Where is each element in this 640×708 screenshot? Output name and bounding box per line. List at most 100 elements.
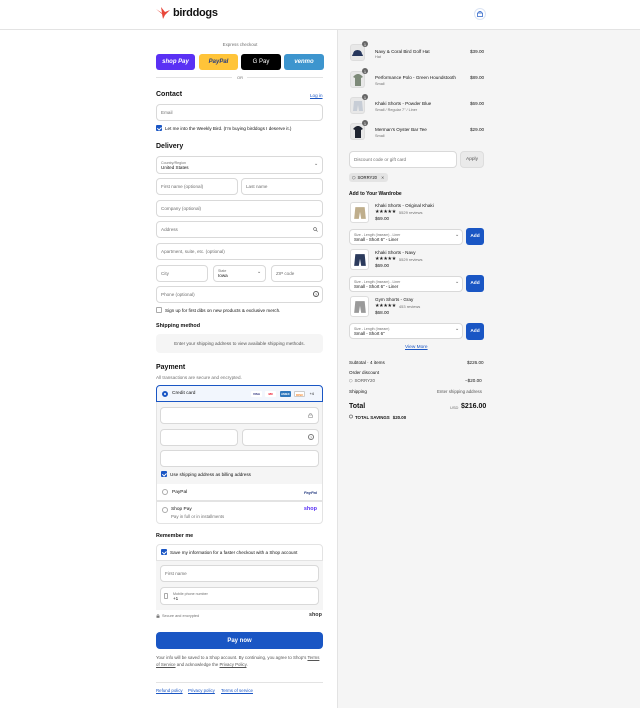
view-more-link[interactable]: View More bbox=[405, 345, 428, 350]
venmo-button[interactable]: venmo bbox=[284, 54, 324, 70]
add-button[interactable]: Add bbox=[466, 323, 484, 340]
sms-signup-label: Sign up for first dibs on new products &… bbox=[165, 307, 281, 313]
tag-icon: ⬡ bbox=[352, 175, 356, 180]
apply-button[interactable]: Apply bbox=[460, 151, 484, 168]
first-name-field[interactable]: First name (optional) bbox=[156, 178, 238, 195]
newsletter-label: Let me into the Weekly Bird. (I'm buying… bbox=[165, 125, 292, 131]
legal-end: . bbox=[246, 661, 248, 667]
variant-select-value: Small - Short 6" bbox=[354, 330, 385, 336]
subtotal-value: $226.00 bbox=[467, 360, 484, 365]
radio-selected-icon bbox=[162, 390, 168, 397]
total-savings: ⬡ TOTAL SAVINGS $20.00 bbox=[349, 414, 406, 420]
phone-field[interactable]: Phone (optional) bbox=[156, 286, 323, 303]
express-checkout-label: Express checkout bbox=[222, 42, 258, 47]
rating: ★★★★★ 5529 reviews bbox=[375, 209, 423, 215]
shipping-method-placeholder: Enter your shipping address to view avai… bbox=[156, 334, 323, 353]
zip-field[interactable]: ZIP code bbox=[271, 265, 323, 282]
discount-tag: ⬡ SORRY20 ✕ bbox=[349, 173, 388, 182]
star-rating-icon: ★★★★★ bbox=[375, 209, 396, 215]
lock-icon bbox=[308, 413, 313, 418]
save-info-checkbox[interactable]: Save my information for a faster checkou… bbox=[161, 549, 297, 555]
shop-logo: shop bbox=[303, 506, 317, 512]
cart-item-price: $39.00 bbox=[470, 49, 485, 54]
chevron-down-icon: ⌄ bbox=[257, 269, 262, 275]
quantity-badge: 1 bbox=[362, 41, 368, 47]
variant-select[interactable]: Size - Length (Inseam) Small - Short 6" bbox=[349, 323, 463, 339]
sms-signup-checkbox[interactable]: Sign up for first dibs on new products &… bbox=[156, 307, 280, 313]
card-number-field[interactable] bbox=[160, 407, 319, 424]
google-pay-button[interactable]: G Pay bbox=[241, 54, 281, 70]
variant-select-value: Small - Short 6" - Liner bbox=[354, 283, 399, 289]
radio-unselected-icon bbox=[162, 507, 168, 513]
currency-code: USD bbox=[450, 405, 459, 410]
variant-select-value: Small - Short 6" - Liner bbox=[354, 236, 399, 242]
terms-of-service-footer-link[interactable]: Terms of service bbox=[221, 688, 253, 693]
logo[interactable]: birddogs bbox=[156, 7, 218, 19]
radio-unselected-icon bbox=[162, 489, 168, 495]
rating: ★★★★★ 453 reviews bbox=[375, 303, 420, 309]
credit-card-label: Credit card bbox=[172, 391, 196, 396]
paypal-option[interactable]: PayPal PayPal bbox=[156, 484, 323, 501]
email-field[interactable]: Email bbox=[156, 104, 323, 121]
remember-first-name-field[interactable]: First name bbox=[160, 565, 319, 582]
checkbox-empty-icon bbox=[156, 307, 162, 313]
privacy-policy-footer-link[interactable]: Privacy policy bbox=[188, 688, 215, 693]
refund-policy-link[interactable]: Refund policy bbox=[156, 688, 183, 693]
shipping-method-title: Shipping method bbox=[156, 323, 201, 329]
city-field[interactable]: City bbox=[156, 265, 208, 282]
cart-item-price: $29.00 bbox=[470, 127, 485, 132]
privacy-policy-link[interactable]: Privacy Policy bbox=[220, 662, 247, 667]
add-button[interactable]: Add bbox=[466, 228, 484, 245]
pay-now-button[interactable]: Pay now bbox=[156, 632, 323, 649]
total-label: Total bbox=[349, 403, 366, 410]
chevron-down-icon: ⌄ bbox=[455, 232, 460, 238]
discount-code-row: ⬡ SORRY20 bbox=[349, 378, 375, 383]
wardrobe-product-price: $68.00 bbox=[375, 310, 390, 315]
newsletter-checkbox[interactable]: Let me into the Weekly Bird. (I'm buying… bbox=[156, 125, 291, 131]
billing-same-checkbox[interactable]: Use shipping address as billing address bbox=[161, 471, 251, 477]
help-icon[interactable]: ? bbox=[308, 434, 314, 440]
variant-select[interactable]: Size - Length (Inseam) - Liner Small - S… bbox=[349, 229, 463, 245]
address-field[interactable]: Address bbox=[156, 221, 323, 238]
discount-code-field[interactable]: Discount code or gift card bbox=[349, 151, 457, 168]
checkbox-checked-icon bbox=[161, 471, 167, 477]
lock-icon bbox=[156, 614, 160, 618]
state-value: Iowa bbox=[218, 273, 228, 278]
amex-icon: AMEX bbox=[279, 391, 291, 397]
total-savings-value: $20.00 bbox=[392, 414, 407, 420]
country-select[interactable]: Country/Region United States bbox=[156, 156, 323, 174]
shipping-label: Shipping bbox=[349, 389, 367, 394]
or-divider: OR bbox=[237, 75, 243, 80]
expiry-field[interactable] bbox=[160, 429, 238, 446]
credit-card-option[interactable]: Credit card VISA MC AMEX DISC +4 bbox=[156, 385, 323, 402]
order-discount-label: Order discount bbox=[349, 370, 380, 375]
company-field[interactable]: Company (optional) bbox=[156, 200, 323, 217]
discover-icon: DISC bbox=[294, 391, 306, 397]
shop-pay-label: Shop Pay bbox=[171, 507, 192, 512]
variant-select[interactable]: Size - Length (Inseam) - Liner Small - S… bbox=[349, 276, 463, 292]
cart-button[interactable] bbox=[474, 8, 486, 20]
shorts-image bbox=[353, 253, 366, 266]
remove-discount-icon[interactable]: ✕ bbox=[381, 175, 385, 180]
login-link[interactable]: Log in bbox=[310, 93, 323, 98]
add-button[interactable]: Add bbox=[466, 275, 484, 292]
shipping-value: Enter shipping address bbox=[437, 389, 482, 394]
name-on-card-field[interactable] bbox=[160, 450, 319, 467]
help-icon[interactable]: ? bbox=[313, 291, 319, 297]
shopping-bag-icon bbox=[477, 11, 483, 17]
shop-pay-option[interactable]: Shop Pay Pay in full or in installments … bbox=[156, 501, 323, 524]
apartment-field[interactable]: Apartment, suite, etc. (optional) bbox=[156, 243, 323, 260]
more-cards-count: +4 bbox=[309, 392, 314, 397]
mobile-phone-field[interactable]: Mobile phone number +1 bbox=[160, 587, 319, 605]
visa-icon: VISA bbox=[251, 391, 262, 397]
wardrobe-product-price: $69.00 bbox=[375, 263, 390, 268]
cart-item-price: $89.00 bbox=[470, 75, 485, 80]
last-name-field[interactable]: Last name bbox=[241, 178, 323, 195]
wardrobe-title: Add to Your Wardrobe bbox=[349, 191, 402, 197]
secure-label: Secure and encrypted bbox=[162, 614, 200, 618]
paypal-express-button[interactable]: PayPal bbox=[199, 54, 238, 70]
checkbox-checked-icon bbox=[156, 125, 162, 131]
rating: ★★★★★ 5529 reviews bbox=[375, 256, 423, 262]
shop-pay-button[interactable]: shop Pay bbox=[156, 54, 195, 70]
shop-wordmark: shop bbox=[309, 612, 322, 618]
